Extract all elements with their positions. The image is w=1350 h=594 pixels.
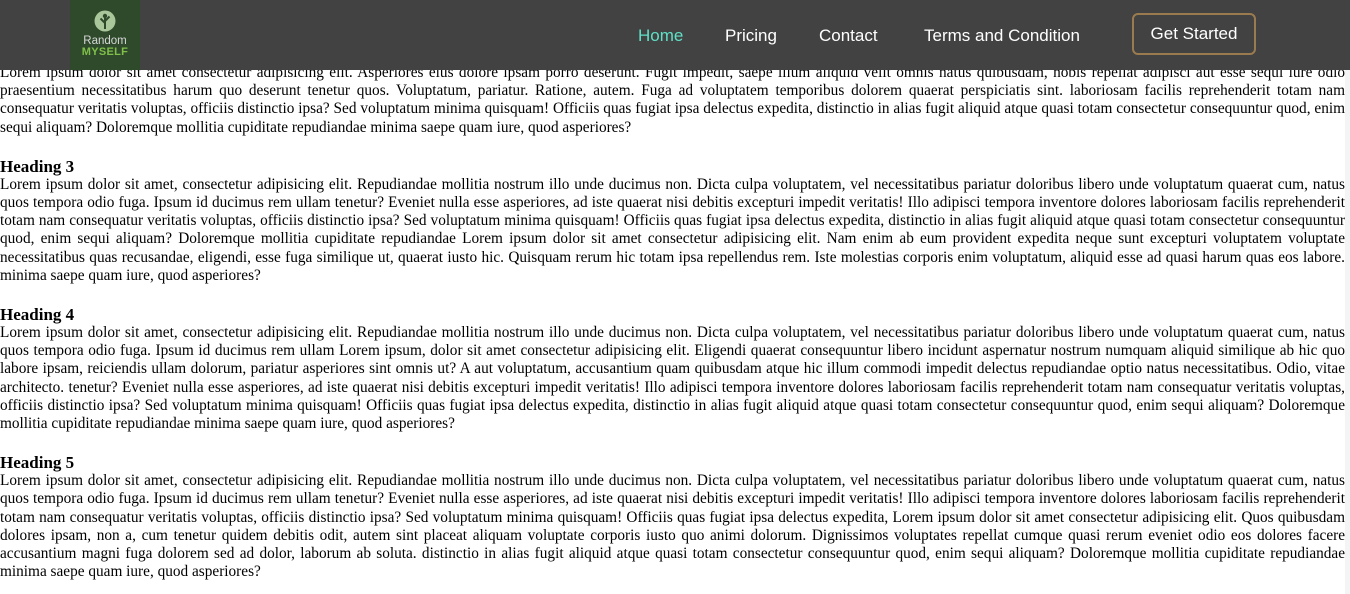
nav-terms[interactable]: Terms and Condition: [924, 26, 1080, 45]
intro-paragraph: Lorem ipsum dolor sit amet consectetur a…: [0, 64, 1345, 136]
navbar: Random MYSELF Home Pricing Contact Terms…: [0, 0, 1350, 70]
logo-text-myself: MYSELF: [81, 46, 129, 58]
section-heading: Heading 4: [0, 305, 75, 325]
section-heading: Heading 5: [0, 453, 75, 473]
get-started-button[interactable]: Get Started: [1132, 13, 1256, 55]
main-content: Lorem ipsum dolor sit amet consectetur a…: [0, 0, 1345, 581]
scrollbar-track[interactable]: [1345, 70, 1350, 594]
logo[interactable]: Random MYSELF: [70, 0, 140, 70]
tree-icon: [94, 10, 116, 32]
section-paragraph: Lorem ipsum dolor sit amet, consectetur …: [0, 472, 1345, 581]
section-paragraph: Lorem ipsum dolor sit amet, consectetur …: [0, 324, 1345, 433]
nav-pricing[interactable]: Pricing: [725, 26, 777, 45]
nav-home[interactable]: Home: [638, 26, 683, 45]
section-paragraph: Lorem ipsum dolor sit amet, consectetur …: [0, 175, 1345, 284]
nav-contact[interactable]: Contact: [819, 26, 878, 45]
section-heading: Heading 3: [0, 156, 75, 176]
